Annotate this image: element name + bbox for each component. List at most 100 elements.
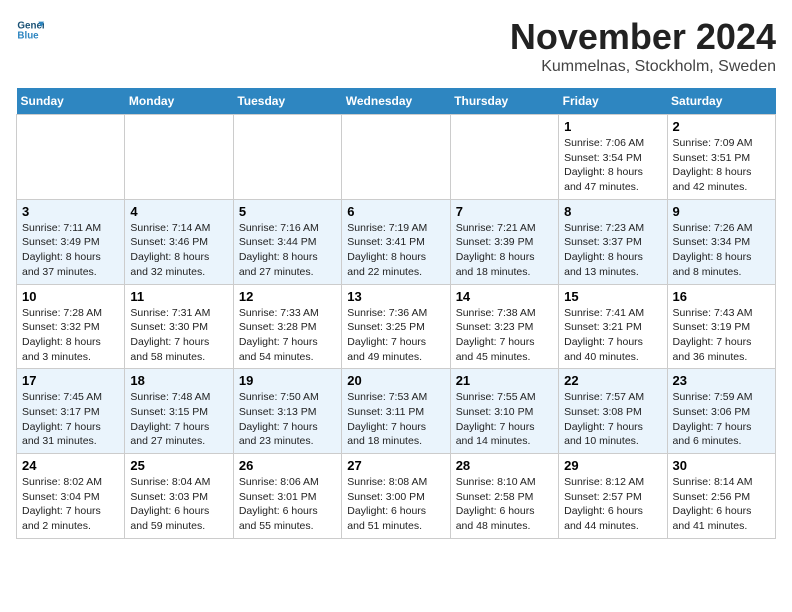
calendar-body: 1 Sunrise: 7:06 AMSunset: 3:54 PMDaylight… bbox=[17, 115, 776, 539]
day-number: 10 bbox=[22, 289, 119, 304]
day-number: 26 bbox=[239, 458, 336, 473]
day-info: Sunrise: 8:04 AMSunset: 3:03 PMDaylight:… bbox=[130, 475, 227, 534]
calendar-cell: 25 Sunrise: 8:04 AMSunset: 3:03 PMDayligh… bbox=[125, 454, 233, 539]
day-info: Sunrise: 8:02 AMSunset: 3:04 PMDaylight:… bbox=[22, 475, 119, 534]
calendar-week-1: 1 Sunrise: 7:06 AMSunset: 3:54 PMDaylight… bbox=[17, 115, 776, 200]
calendar-cell: 4Sunrise: 7:14 AMSunset: 3:46 PMDaylight… bbox=[125, 199, 233, 284]
calendar-cell: 6 Sunrise: 7:19 AMSunset: 3:41 PMDaylight… bbox=[342, 199, 450, 284]
calendar-cell: 3Sunrise: 7:11 AMSunset: 3:49 PMDaylight… bbox=[17, 199, 125, 284]
calendar-cell: 7 Sunrise: 7:21 AMSunset: 3:39 PMDaylight… bbox=[450, 199, 558, 284]
calendar-cell: 24 Sunrise: 8:02 AMSunset: 3:04 PMDayligh… bbox=[17, 454, 125, 539]
calendar-cell: 1 Sunrise: 7:06 AMSunset: 3:54 PMDaylight… bbox=[559, 115, 667, 200]
day-info: Sunrise: 7:28 AMSunset: 3:32 PMDaylight:… bbox=[22, 306, 119, 365]
subtitle: Kummelnas, Stockholm, Sweden bbox=[510, 58, 776, 76]
day-info: Sunrise: 7:23 AMSunset: 3:37 PMDaylight:… bbox=[564, 221, 661, 280]
calendar-cell: 29 Sunrise: 8:12 AMSunset: 2:57 PMDayligh… bbox=[559, 454, 667, 539]
day-info: Sunrise: 7:36 AMSunset: 3:25 PMDaylight:… bbox=[347, 306, 444, 365]
day-number: 15 bbox=[564, 289, 661, 304]
day-info: Sunrise: 7:21 AMSunset: 3:39 PMDaylight:… bbox=[456, 221, 553, 280]
day-number: 25 bbox=[130, 458, 227, 473]
day-number: 19 bbox=[239, 373, 336, 388]
day-number: 14 bbox=[456, 289, 553, 304]
header-row: Sunday Monday Tuesday Wednesday Thursday… bbox=[17, 88, 776, 115]
calendar-cell: 22 Sunrise: 7:57 AMSunset: 3:08 PMDayligh… bbox=[559, 369, 667, 454]
day-info: Sunrise: 7:41 AMSunset: 3:21 PMDaylight:… bbox=[564, 306, 661, 365]
day-info: Sunrise: 7:26 AMSunset: 3:34 PMDaylight:… bbox=[673, 221, 770, 280]
calendar-cell: 14 Sunrise: 7:38 AMSunset: 3:23 PMDayligh… bbox=[450, 284, 558, 369]
header-thursday: Thursday bbox=[450, 88, 558, 115]
day-info: Sunrise: 7:53 AMSunset: 3:11 PMDaylight:… bbox=[347, 390, 444, 449]
svg-text:Blue: Blue bbox=[17, 30, 39, 41]
header-sunday: Sunday bbox=[17, 88, 125, 115]
calendar-cell: 17Sunrise: 7:45 AMSunset: 3:17 PMDayligh… bbox=[17, 369, 125, 454]
page-header: General Blue November 2024 Kummelnas, St… bbox=[16, 16, 776, 76]
calendar-table: Sunday Monday Tuesday Wednesday Thursday… bbox=[16, 88, 776, 539]
day-number: 16 bbox=[673, 289, 770, 304]
day-info: Sunrise: 7:16 AMSunset: 3:44 PMDaylight:… bbox=[239, 221, 336, 280]
day-number: 7 bbox=[456, 204, 553, 219]
calendar-cell: 9 Sunrise: 7:26 AMSunset: 3:34 PMDaylight… bbox=[667, 199, 775, 284]
day-info: Sunrise: 7:14 AMSunset: 3:46 PMDaylight:… bbox=[130, 221, 227, 280]
calendar-cell: 18Sunrise: 7:48 AMSunset: 3:15 PMDayligh… bbox=[125, 369, 233, 454]
header-wednesday: Wednesday bbox=[342, 88, 450, 115]
day-info: Sunrise: 8:08 AMSunset: 3:00 PMDaylight:… bbox=[347, 475, 444, 534]
day-info: Sunrise: 7:09 AMSunset: 3:51 PMDaylight:… bbox=[673, 136, 770, 195]
day-info: Sunrise: 7:43 AMSunset: 3:19 PMDaylight:… bbox=[673, 306, 770, 365]
day-info: Sunrise: 8:10 AMSunset: 2:58 PMDaylight:… bbox=[456, 475, 553, 534]
calendar-cell: 13 Sunrise: 7:36 AMSunset: 3:25 PMDayligh… bbox=[342, 284, 450, 369]
day-info: Sunrise: 7:50 AMSunset: 3:13 PMDaylight:… bbox=[239, 390, 336, 449]
calendar-cell: 27 Sunrise: 8:08 AMSunset: 3:00 PMDayligh… bbox=[342, 454, 450, 539]
main-title: November 2024 bbox=[510, 16, 776, 58]
calendar-cell: 10 Sunrise: 7:28 AMSunset: 3:32 PMDayligh… bbox=[17, 284, 125, 369]
header-saturday: Saturday bbox=[667, 88, 775, 115]
day-number: 6 bbox=[347, 204, 444, 219]
day-number: 21 bbox=[456, 373, 553, 388]
title-block: November 2024 Kummelnas, Stockholm, Swed… bbox=[510, 16, 776, 76]
day-info: Sunrise: 7:45 AMSunset: 3:17 PMDaylight:… bbox=[22, 390, 119, 449]
logo: General Blue bbox=[16, 16, 44, 44]
day-info: Sunrise: 7:31 AMSunset: 3:30 PMDaylight:… bbox=[130, 306, 227, 365]
calendar-week-5: 24 Sunrise: 8:02 AMSunset: 3:04 PMDayligh… bbox=[17, 454, 776, 539]
day-info: Sunrise: 7:57 AMSunset: 3:08 PMDaylight:… bbox=[564, 390, 661, 449]
calendar-cell: 16 Sunrise: 7:43 AMSunset: 3:19 PMDayligh… bbox=[667, 284, 775, 369]
calendar-cell bbox=[125, 115, 233, 200]
day-number: 23 bbox=[673, 373, 770, 388]
day-info: Sunrise: 7:38 AMSunset: 3:23 PMDaylight:… bbox=[456, 306, 553, 365]
day-number: 27 bbox=[347, 458, 444, 473]
day-info: Sunrise: 7:06 AMSunset: 3:54 PMDaylight:… bbox=[564, 136, 661, 195]
calendar-week-2: 3Sunrise: 7:11 AMSunset: 3:49 PMDaylight… bbox=[17, 199, 776, 284]
calendar-cell: 11Sunrise: 7:31 AMSunset: 3:30 PMDayligh… bbox=[125, 284, 233, 369]
day-number: 5 bbox=[239, 204, 336, 219]
day-number: 30 bbox=[673, 458, 770, 473]
calendar-header: Sunday Monday Tuesday Wednesday Thursday… bbox=[17, 88, 776, 115]
day-number: 28 bbox=[456, 458, 553, 473]
day-number: 2 bbox=[673, 119, 770, 134]
day-number: 24 bbox=[22, 458, 119, 473]
calendar-cell bbox=[17, 115, 125, 200]
day-number: 29 bbox=[564, 458, 661, 473]
day-number: 13 bbox=[347, 289, 444, 304]
header-tuesday: Tuesday bbox=[233, 88, 341, 115]
calendar-cell: 5 Sunrise: 7:16 AMSunset: 3:44 PMDaylight… bbox=[233, 199, 341, 284]
day-info: Sunrise: 7:55 AMSunset: 3:10 PMDaylight:… bbox=[456, 390, 553, 449]
calendar-cell: 20Sunrise: 7:53 AMSunset: 3:11 PMDayligh… bbox=[342, 369, 450, 454]
calendar-cell: 23 Sunrise: 7:59 AMSunset: 3:06 PMDayligh… bbox=[667, 369, 775, 454]
day-number: 22 bbox=[564, 373, 661, 388]
calendar-cell: 28 Sunrise: 8:10 AMSunset: 2:58 PMDayligh… bbox=[450, 454, 558, 539]
day-number: 8 bbox=[564, 204, 661, 219]
day-info: Sunrise: 8:06 AMSunset: 3:01 PMDaylight:… bbox=[239, 475, 336, 534]
day-number: 1 bbox=[564, 119, 661, 134]
day-number: 9 bbox=[673, 204, 770, 219]
day-info: Sunrise: 8:14 AMSunset: 2:56 PMDaylight:… bbox=[673, 475, 770, 534]
calendar-cell bbox=[233, 115, 341, 200]
day-info: Sunrise: 7:59 AMSunset: 3:06 PMDaylight:… bbox=[673, 390, 770, 449]
logo-icon: General Blue bbox=[16, 16, 44, 44]
calendar-cell: 12Sunrise: 7:33 AMSunset: 3:28 PMDayligh… bbox=[233, 284, 341, 369]
day-info: Sunrise: 7:48 AMSunset: 3:15 PMDaylight:… bbox=[130, 390, 227, 449]
day-info: Sunrise: 8:12 AMSunset: 2:57 PMDaylight:… bbox=[564, 475, 661, 534]
calendar-cell: 26 Sunrise: 8:06 AMSunset: 3:01 PMDayligh… bbox=[233, 454, 341, 539]
day-info: Sunrise: 7:11 AMSunset: 3:49 PMDaylight:… bbox=[22, 221, 119, 280]
header-friday: Friday bbox=[559, 88, 667, 115]
calendar-cell: 2 Sunrise: 7:09 AMSunset: 3:51 PMDaylight… bbox=[667, 115, 775, 200]
day-info: Sunrise: 7:19 AMSunset: 3:41 PMDaylight:… bbox=[347, 221, 444, 280]
